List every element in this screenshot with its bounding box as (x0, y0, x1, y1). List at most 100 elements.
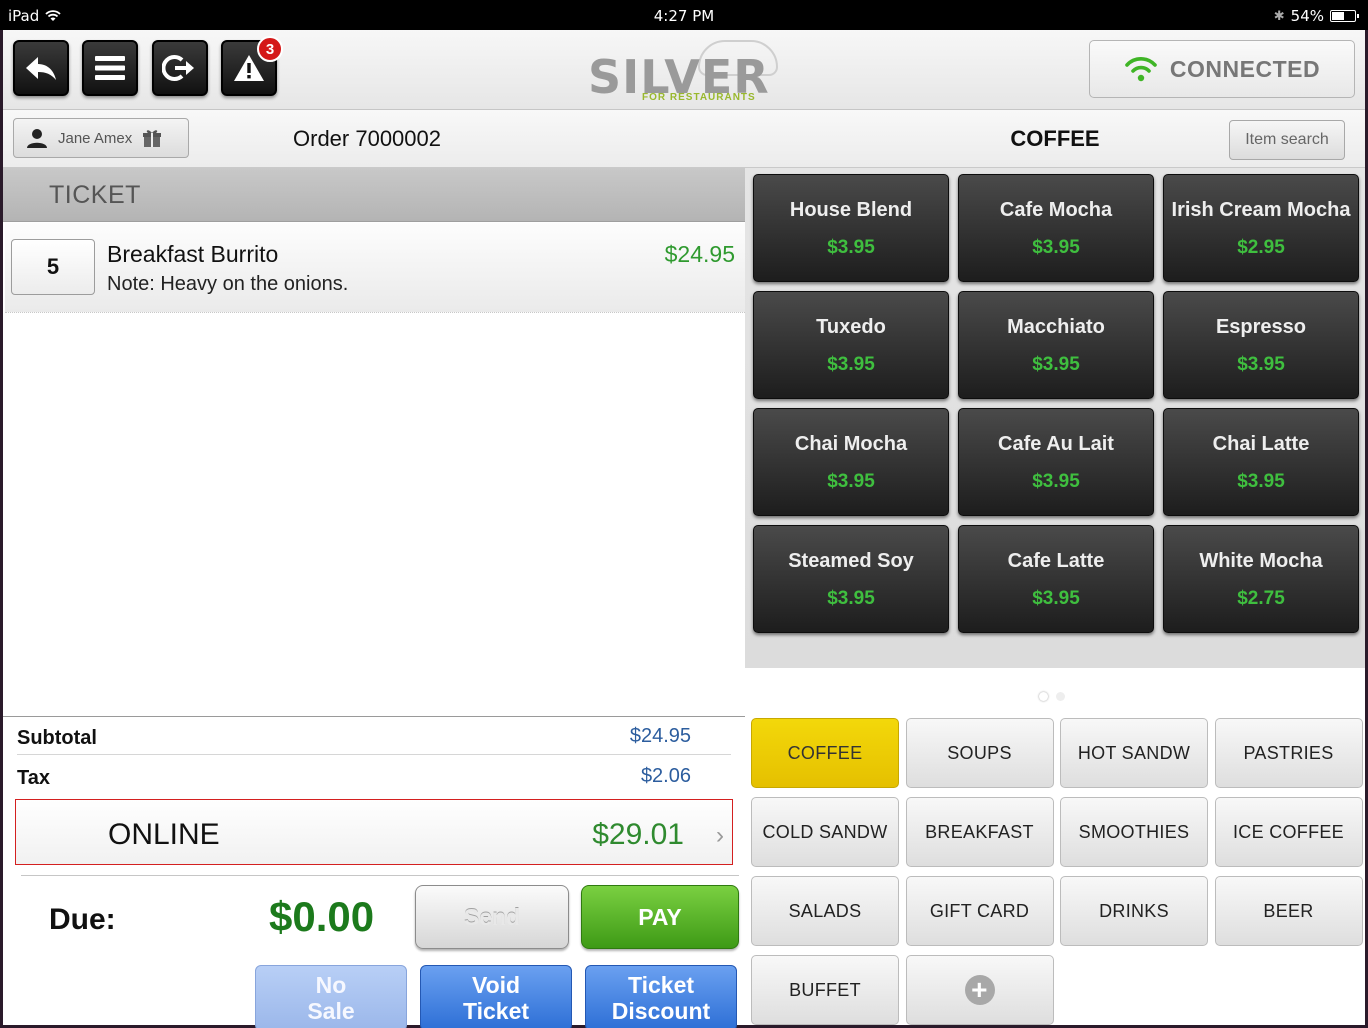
no-sale-button[interactable]: No Sale (255, 965, 407, 1028)
line-item-name: Breakfast Burrito (107, 241, 279, 267)
menu-item-button[interactable]: Chai Mocha $3.95 (753, 408, 949, 516)
quantity-button[interactable]: 5 (11, 239, 95, 295)
category-button[interactable]: DRINKS (1060, 876, 1208, 946)
subtotal-row: Subtotal $24.95 (17, 717, 731, 755)
payment-row-online[interactable]: ONLINE $29.01 › (15, 799, 733, 865)
order-header: Jane Amex Order 7000002 (3, 110, 745, 168)
pos-app: 3 SILVER FOR RESTAURANTS CONNECTED Jane … (3, 30, 1365, 1028)
category-button[interactable]: GIFT CARD (905, 876, 1054, 946)
person-icon (27, 129, 47, 148)
line-item-price: $24.95 (664, 241, 735, 267)
gift-icon (143, 130, 162, 147)
alert-count-badge: 3 (257, 36, 283, 62)
menu-item-button[interactable]: Cafe Mocha $3.95 (958, 174, 1154, 282)
tax-label: Tax (17, 767, 50, 789)
category-button[interactable]: HOT SANDW (1060, 718, 1208, 788)
subtotal-value: $24.95 (629, 725, 691, 747)
tax-row: Tax $2.06 (17, 757, 731, 795)
category-button[interactable]: SMOOTHIES (1060, 797, 1208, 867)
menu-item-name: Cafe Au Lait (998, 433, 1114, 455)
category-button[interactable]: COLD SANDW (751, 797, 899, 867)
menu-item-name: Macchiato (1007, 316, 1105, 338)
pay-button[interactable]: PAY (581, 885, 739, 949)
clock: 4:27 PM (653, 7, 715, 25)
battery-icon (1330, 10, 1359, 22)
alerts-button[interactable]: 3 (221, 36, 283, 96)
ticket-header: TICKET (3, 168, 745, 222)
page-dot[interactable] (1056, 692, 1065, 701)
menu-item-name: Cafe Mocha (999, 199, 1113, 221)
subtotal-label: Subtotal (17, 727, 97, 749)
menu-item-name: House Blend (789, 199, 913, 221)
battery-percent: 54% (1290, 7, 1324, 25)
menu-item-button[interactable]: Tuxedo $3.95 (753, 291, 949, 399)
menu-item-price: $3.95 (1032, 354, 1080, 375)
menu-item-name: Espresso (1215, 316, 1307, 338)
menu-item-price: $2.75 (1237, 588, 1285, 609)
due-amount: $0.00 (269, 893, 375, 940)
void-ticket-button[interactable]: Void Ticket (420, 965, 572, 1028)
ticket-line-item[interactable]: 5 Breakfast Burrito Note: Heavy on the o… (5, 223, 745, 313)
silver-logo: SILVER FOR RESTAURANTS (588, 38, 788, 106)
category-button[interactable]: COFFEE (751, 718, 899, 788)
menu-item-name: Tuxedo (816, 316, 886, 338)
category-button[interactable]: BUFFET (751, 955, 899, 1025)
menu-item-price: $3.95 (1237, 471, 1285, 492)
menu-item-price: $3.95 (1032, 471, 1080, 492)
category-button[interactable]: SALADS (751, 876, 899, 946)
discount-label-2: Discount (611, 998, 711, 1024)
category-button[interactable]: BREAKFAST (905, 797, 1054, 867)
category-grid: COFFEE SOUPS HOT SANDW PASTRIES COLD SANDW BR… (745, 710, 1365, 1025)
menu-item-name: Chai Mocha (794, 433, 908, 455)
menu-item-price: $3.95 (1237, 354, 1285, 375)
bluetooth-icon: ✱ (1273, 8, 1285, 24)
menu-item-name: Steamed Soy (788, 550, 914, 572)
category-button[interactable]: ICE COFFEE (1214, 797, 1363, 867)
no-sale-label-1: No (315, 972, 347, 998)
menu-item-price: $3.95 (827, 237, 875, 258)
order-title: Order 7000002 (293, 126, 441, 151)
back-button[interactable] (13, 40, 69, 96)
menu-item-price: $3.95 (1032, 588, 1080, 609)
menu-item-name: Cafe Latte (1007, 550, 1105, 572)
menu-item-price: $3.95 (827, 471, 875, 492)
menu-item-name: Chai Latte (1212, 433, 1310, 455)
connection-status-button[interactable]: CONNECTED (1089, 40, 1355, 98)
order-pane: Jane Amex Order 7000002 TICKET 5 Breakfa… (3, 110, 745, 1028)
menu-item-button[interactable]: Cafe Latte $3.95 (958, 525, 1154, 633)
void-label-2: Ticket (462, 998, 530, 1024)
add-category-button[interactable]: + (905, 955, 1054, 1025)
menu-item-price: $3.95 (827, 354, 875, 375)
category-button[interactable]: PASTRIES (1214, 718, 1363, 788)
menu-item-button[interactable]: Irish Cream Mocha $2.95 (1163, 174, 1359, 282)
exit-button[interactable] (152, 40, 208, 96)
menu-item-button[interactable]: White Mocha $2.75 (1163, 525, 1359, 633)
payment-amount: $29.01 (592, 818, 684, 851)
discount-label-1: Ticket (627, 972, 695, 998)
ticket-label: TICKET (49, 181, 141, 209)
page-dot-active[interactable] (1039, 692, 1048, 701)
send-button[interactable]: Send (415, 885, 569, 949)
page-indicator (1039, 692, 1065, 701)
menu-item-button[interactable]: Macchiato $3.95 (958, 291, 1154, 399)
item-search-button[interactable]: Item search (1229, 120, 1345, 160)
menu-item-button[interactable]: Cafe Au Lait $3.95 (958, 408, 1154, 516)
payment-method-label: ONLINE (108, 818, 220, 851)
menu-item-button[interactable]: House Blend $3.95 (753, 174, 949, 282)
ticket-discount-button[interactable]: Ticket Discount (585, 965, 737, 1028)
customer-button[interactable]: Jane Amex (13, 118, 189, 158)
tax-value: $2.06 (640, 765, 691, 787)
plus-circle-icon: + (964, 975, 995, 1005)
wifi-icon (1125, 57, 1157, 82)
menu-item-price: $2.95 (1237, 237, 1285, 258)
menu-item-price: $3.95 (1032, 237, 1080, 258)
category-button[interactable]: SOUPS (905, 718, 1054, 788)
menu-item-button[interactable]: Espresso $3.95 (1163, 291, 1359, 399)
category-button[interactable]: BEER (1214, 876, 1363, 946)
menu-item-button[interactable]: Chai Latte $3.95 (1163, 408, 1359, 516)
totals-section: Subtotal $24.95 Tax $2.06 ONLINE $29.01 … (3, 716, 745, 1028)
menu-button[interactable] (82, 40, 138, 96)
connection-label: CONNECTED (1169, 55, 1321, 82)
top-toolbar: 3 SILVER FOR RESTAURANTS CONNECTED (3, 30, 1365, 110)
menu-item-button[interactable]: Steamed Soy $3.95 (753, 525, 949, 633)
